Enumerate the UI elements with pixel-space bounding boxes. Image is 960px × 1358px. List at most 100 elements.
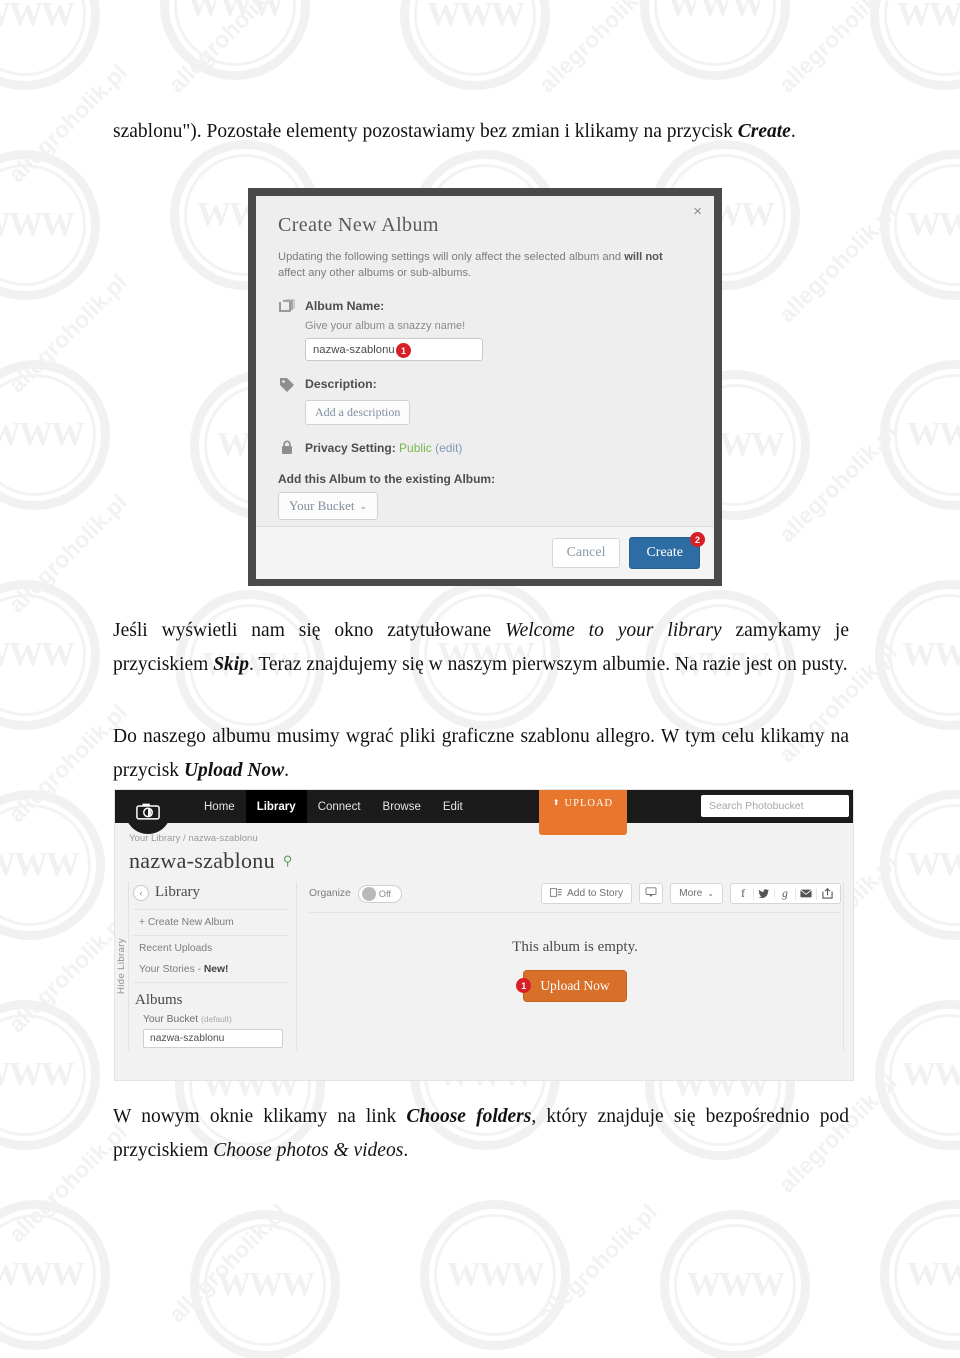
chevron-down-icon: ⌄ bbox=[707, 889, 714, 898]
slideshow-button[interactable] bbox=[639, 883, 664, 904]
upload-now-button[interactable]: 1 Upload Now bbox=[516, 970, 627, 1002]
facebook-icon[interactable]: f bbox=[733, 887, 754, 900]
breadcrumb-current: nazwa-szablonu bbox=[188, 833, 258, 844]
watermark-stamp: WWW bbox=[0, 580, 100, 730]
watermark-stamp: WWW bbox=[0, 790, 105, 940]
breadcrumb: Your Library / nazwa-szablonu bbox=[115, 823, 853, 844]
photobucket-logo-icon[interactable] bbox=[125, 790, 171, 834]
bucket-label: Your Bucket bbox=[143, 1014, 199, 1025]
hide-library-rail[interactable]: Hide Library bbox=[115, 882, 129, 1050]
story-icon bbox=[550, 887, 562, 900]
sidebar-item-recent-uploads[interactable]: Recent Uploads bbox=[133, 938, 288, 959]
lock-icon bbox=[278, 439, 296, 457]
p2-emphasis-skip: Skip bbox=[213, 654, 249, 675]
watermark-stamp: WWW bbox=[0, 1000, 100, 1150]
organize-toggle[interactable]: Off bbox=[357, 884, 402, 903]
p2-text-a: Jeśli wyświetli nam się okno zatytułowan… bbox=[113, 620, 506, 641]
watermark-text: allegroholik.pl bbox=[3, 268, 132, 398]
album-name-field-row: Album Name: bbox=[278, 297, 692, 316]
nav-item-library[interactable]: Library bbox=[245, 790, 307, 823]
watermark-text: allegroholik.pl bbox=[533, 0, 662, 98]
privacy-label: Privacy Setting: bbox=[305, 440, 396, 455]
album-name-input[interactable]: nazwa-szablonu 1 bbox=[305, 338, 483, 361]
hide-library-label: Hide Library bbox=[116, 937, 127, 994]
more-dropdown-button[interactable]: More ⌄ bbox=[670, 883, 723, 904]
dialog-body: Create New Album Updating the following … bbox=[256, 196, 714, 526]
sidebar-item-your-bucket[interactable]: Your Bucket (default) bbox=[133, 1011, 288, 1029]
p4-emphasis-choose-photos: Choose photos & videos bbox=[213, 1140, 404, 1161]
pin-icon[interactable]: ⚲ bbox=[283, 853, 293, 869]
step-badge-2: 2 bbox=[690, 532, 705, 547]
photobucket-navbar: Home Library Connect Browse Edit ⬆ UPLOA… bbox=[115, 790, 853, 835]
sidebar-item-create-new-album[interactable]: + Create New Album bbox=[133, 912, 288, 933]
add-to-story-button[interactable]: Add to Story bbox=[541, 883, 633, 904]
upload-arrow-icon: ⬆ bbox=[552, 798, 561, 807]
watermark-stamp: WWW bbox=[870, 0, 960, 90]
upload-now-label: Upload Now bbox=[540, 978, 610, 993]
watermark-text: allegroholik.pl bbox=[533, 1198, 662, 1328]
upload-nav-label: UPLOAD bbox=[564, 798, 614, 809]
tag-icon bbox=[278, 376, 296, 394]
p3-text-c: . bbox=[284, 760, 290, 781]
watermark-stamp: WWW bbox=[400, 0, 550, 90]
p1-text-c: . bbox=[790, 121, 796, 142]
share-icon[interactable] bbox=[817, 888, 838, 900]
google-plus-icon[interactable]: g bbox=[775, 887, 796, 900]
cancel-button[interactable]: Cancel bbox=[551, 538, 621, 568]
watermark-text: allegroholik.pl bbox=[773, 0, 902, 98]
upload-nav-button[interactable]: ⬆ UPLOAD bbox=[539, 790, 627, 835]
search-input[interactable]: Search Photobucket bbox=[701, 795, 849, 817]
more-label: More bbox=[679, 888, 703, 899]
album-name-value: nazwa-szablonu bbox=[313, 343, 395, 356]
watermark-text: allegroholik.pl bbox=[773, 198, 902, 328]
content-toolbar: Organize Off Add to Story More ⌄ f g bbox=[309, 882, 841, 913]
watermark-text: allegroholik.pl bbox=[163, 0, 292, 98]
watermark-stamp: WWW bbox=[420, 1200, 570, 1350]
email-icon[interactable] bbox=[796, 887, 817, 900]
your-stories-label: Your Stories - bbox=[139, 964, 204, 975]
page-title: nazwa-szablonu bbox=[129, 848, 275, 873]
watermark-text: allegroholik.pl bbox=[163, 1198, 292, 1328]
watermark-text: allegroholik.pl bbox=[3, 488, 132, 618]
bucket-select-value: Your Bucket bbox=[289, 498, 355, 513]
create-button[interactable]: Create 2 bbox=[629, 532, 705, 569]
privacy-edit-link[interactable]: (edit) bbox=[435, 441, 462, 455]
add-to-story-label: Add to Story bbox=[567, 888, 624, 899]
breadcrumb-root[interactable]: Your Library bbox=[129, 833, 180, 844]
dialog-note: Updating the following settings will onl… bbox=[278, 249, 692, 281]
p2-text-e: . Teraz znajdujemy się w naszym pierwszy… bbox=[248, 654, 848, 675]
watermark-stamp: WWW bbox=[0, 360, 110, 510]
empty-album-state: This album is empty. 1 Upload Now bbox=[309, 913, 841, 1002]
watermark-stamp: WWW bbox=[160, 0, 310, 80]
chevron-down-icon: ⌄ bbox=[359, 500, 368, 511]
chevron-left-icon[interactable]: ‹ bbox=[133, 884, 149, 901]
search-placeholder: Search Photobucket bbox=[709, 800, 804, 812]
close-icon[interactable]: × bbox=[693, 204, 702, 219]
divider bbox=[133, 909, 288, 910]
watermark-stamp: WWW bbox=[0, 1200, 110, 1350]
dialog-title: Create New Album bbox=[278, 214, 439, 236]
nav-item-connect[interactable]: Connect bbox=[307, 790, 372, 823]
content-scrollbar[interactable] bbox=[843, 882, 853, 1050]
nav-item-browse[interactable]: Browse bbox=[372, 790, 432, 823]
library-sidebar: ‹ Library + Create New Album Recent Uplo… bbox=[129, 882, 297, 1050]
sidebar-item-your-stories[interactable]: Your Stories - New! bbox=[133, 959, 288, 980]
social-share-group: f g bbox=[730, 883, 841, 904]
albums-stack-icon bbox=[278, 298, 296, 316]
photobucket-nav-items: Home Library Connect Browse Edit bbox=[193, 790, 474, 823]
nav-item-edit[interactable]: Edit bbox=[432, 790, 474, 823]
add-description-button[interactable]: Add a description bbox=[305, 400, 411, 425]
page-title-row: nazwa-szablonu ⚲ bbox=[115, 844, 853, 874]
sidebar-header: ‹ Library bbox=[133, 882, 288, 907]
sidebar-album-name-input[interactable]: nazwa-szablonu bbox=[143, 1029, 283, 1048]
note-text-c: affect any other albums or sub-albums. bbox=[278, 267, 472, 279]
bucket-select-dropdown[interactable]: Your Bucket ⌄ bbox=[278, 492, 379, 520]
twitter-icon[interactable] bbox=[754, 888, 775, 899]
p4-emphasis-choose-folders: Choose folders bbox=[406, 1106, 532, 1127]
watermark-stamp: WWW bbox=[875, 1000, 960, 1150]
sidebar-section-albums: Albums bbox=[135, 992, 183, 1008]
create-button-label: Create bbox=[646, 545, 683, 560]
nav-item-home[interactable]: Home bbox=[193, 790, 246, 823]
step-badge-1: 1 bbox=[516, 978, 532, 993]
p1-emphasis-create: Create bbox=[737, 121, 791, 142]
